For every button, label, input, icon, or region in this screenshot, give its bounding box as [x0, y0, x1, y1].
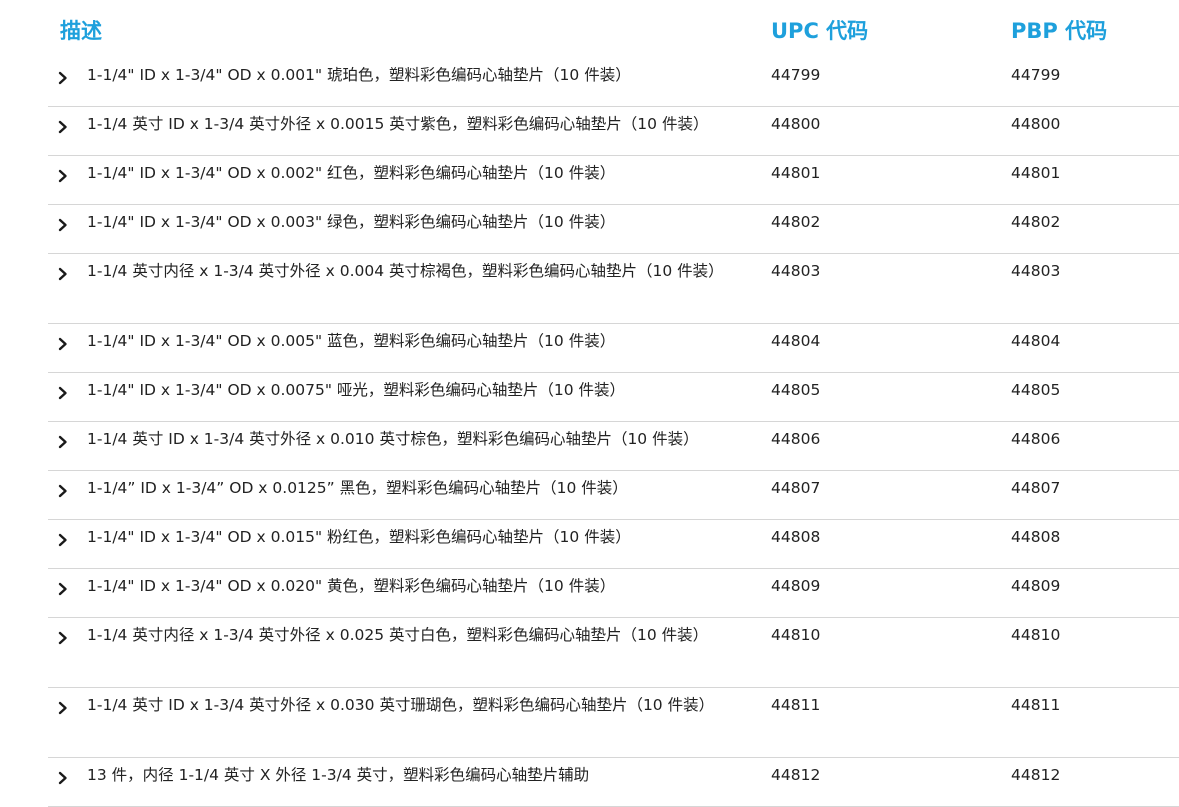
chevron-right-icon[interactable]	[56, 700, 70, 716]
table-row[interactable]: 1-1/4 英寸 ID x 1-3/4 英寸外径 x 0.030 英寸珊瑚色，塑…	[48, 688, 1179, 758]
row-description: 1-1/4 英寸内径 x 1-3/4 英寸外径 x 0.025 英寸白色，塑料彩…	[87, 626, 709, 644]
table-row[interactable]: 1-1/4" ID x 1-3/4" OD x 0.001" 琥珀色，塑料彩色编…	[48, 58, 1179, 107]
row-upc-code: 44812	[771, 766, 821, 784]
table-row[interactable]: 1-1/4" ID x 1-3/4" OD x 0.015" 粉红色，塑料彩色编…	[48, 520, 1179, 569]
table-body: 1-1/4" ID x 1-3/4" OD x 0.001" 琥珀色，塑料彩色编…	[48, 58, 1179, 807]
row-upc-code: 44809	[771, 577, 821, 595]
row-pbp-code: 44804	[1011, 332, 1061, 350]
row-upc-code: 44800	[771, 115, 821, 133]
table-row[interactable]: 13 件，内径 1-1/4 英寸 X 外径 1-3/4 英寸，塑料彩色编码心轴垫…	[48, 758, 1179, 807]
table-row[interactable]: 1-1/4” ID x 1-3/4” OD x 0.0125” 黑色，塑料彩色编…	[48, 471, 1179, 520]
chevron-right-icon[interactable]	[56, 434, 70, 450]
row-upc-code: 44811	[771, 696, 821, 714]
table-row[interactable]: 1-1/4 英寸内径 x 1-3/4 英寸外径 x 0.004 英寸棕褐色，塑料…	[48, 254, 1179, 324]
chevron-right-icon[interactable]	[56, 630, 70, 646]
row-description: 1-1/4" ID x 1-3/4" OD x 0.002" 红色，塑料彩色编码…	[87, 164, 616, 182]
table-row[interactable]: 1-1/4 英寸 ID x 1-3/4 英寸外径 x 0.010 英寸棕色，塑料…	[48, 422, 1179, 471]
row-pbp-code: 44800	[1011, 115, 1061, 133]
row-pbp-code: 44812	[1011, 766, 1061, 784]
chevron-right-icon[interactable]	[56, 266, 70, 282]
table-row[interactable]: 1-1/4" ID x 1-3/4" OD x 0.002" 红色，塑料彩色编码…	[48, 156, 1179, 205]
chevron-right-icon[interactable]	[56, 217, 70, 233]
row-pbp-code: 44805	[1011, 381, 1061, 399]
row-description: 1-1/4” ID x 1-3/4” OD x 0.0125” 黑色，塑料彩色编…	[87, 479, 628, 497]
row-upc-code: 44808	[771, 528, 821, 546]
chevron-right-icon[interactable]	[56, 70, 70, 86]
row-description: 1-1/4" ID x 1-3/4" OD x 0.0075" 哑光，塑料彩色编…	[87, 381, 626, 399]
table-row[interactable]: 1-1/4 英寸内径 x 1-3/4 英寸外径 x 0.025 英寸白色，塑料彩…	[48, 618, 1179, 688]
row-description: 1-1/4" ID x 1-3/4" OD x 0.015" 粉红色，塑料彩色编…	[87, 528, 631, 546]
row-description: 1-1/4 英寸 ID x 1-3/4 英寸外径 x 0.030 英寸珊瑚色，塑…	[87, 696, 715, 714]
row-upc-code: 44810	[771, 626, 821, 644]
row-upc-code: 44806	[771, 430, 821, 448]
table-row[interactable]: 1-1/4" ID x 1-3/4" OD x 0.0075" 哑光，塑料彩色编…	[48, 373, 1179, 422]
chevron-right-icon[interactable]	[56, 483, 70, 499]
row-pbp-code: 44808	[1011, 528, 1061, 546]
row-upc-code: 44801	[771, 164, 821, 182]
chevron-right-icon[interactable]	[56, 385, 70, 401]
row-upc-code: 44805	[771, 381, 821, 399]
row-upc-code: 44807	[771, 479, 821, 497]
row-upc-code: 44803	[771, 262, 821, 280]
table-row[interactable]: 1-1/4" ID x 1-3/4" OD x 0.005" 蓝色，塑料彩色编码…	[48, 324, 1179, 373]
row-pbp-code: 44801	[1011, 164, 1061, 182]
chevron-right-icon[interactable]	[56, 770, 70, 786]
row-pbp-code: 44806	[1011, 430, 1061, 448]
row-pbp-code: 44803	[1011, 262, 1061, 280]
table-row[interactable]: 1-1/4 英寸 ID x 1-3/4 英寸外径 x 0.0015 英寸紫色，塑…	[48, 107, 1179, 156]
table-row[interactable]: 1-1/4" ID x 1-3/4" OD x 0.020" 黄色，塑料彩色编码…	[48, 569, 1179, 618]
chevron-right-icon[interactable]	[56, 119, 70, 135]
product-table: 描述 UPC 代码 PBP 代码 1-1/4" ID x 1-3/4" OD x…	[48, 0, 1179, 807]
row-description: 1-1/4 英寸 ID x 1-3/4 英寸外径 x 0.0015 英寸紫色，塑…	[87, 115, 709, 133]
row-description: 1-1/4" ID x 1-3/4" OD x 0.003" 绿色，塑料彩色编码…	[87, 213, 616, 231]
row-pbp-code: 44807	[1011, 479, 1061, 497]
chevron-right-icon[interactable]	[56, 581, 70, 597]
row-description: 1-1/4 英寸 ID x 1-3/4 英寸外径 x 0.010 英寸棕色，塑料…	[87, 430, 699, 448]
row-pbp-code: 44799	[1011, 66, 1061, 84]
column-header-description: 描述	[60, 19, 102, 43]
row-pbp-code: 44811	[1011, 696, 1061, 714]
table-header: 描述 UPC 代码 PBP 代码	[48, 0, 1179, 58]
row-description: 13 件，内径 1-1/4 英寸 X 外径 1-3/4 英寸，塑料彩色编码心轴垫…	[87, 766, 590, 784]
row-description: 1-1/4" ID x 1-3/4" OD x 0.005" 蓝色，塑料彩色编码…	[87, 332, 616, 350]
row-description: 1-1/4" ID x 1-3/4" OD x 0.020" 黄色，塑料彩色编码…	[87, 577, 616, 595]
row-upc-code: 44802	[771, 213, 821, 231]
row-pbp-code: 44809	[1011, 577, 1061, 595]
column-header-upc: UPC 代码	[771, 19, 869, 43]
row-description: 1-1/4 英寸内径 x 1-3/4 英寸外径 x 0.004 英寸棕褐色，塑料…	[87, 262, 724, 280]
row-upc-code: 44804	[771, 332, 821, 350]
row-pbp-code: 44810	[1011, 626, 1061, 644]
row-pbp-code: 44802	[1011, 213, 1061, 231]
row-upc-code: 44799	[771, 66, 821, 84]
row-description: 1-1/4" ID x 1-3/4" OD x 0.001" 琥珀色，塑料彩色编…	[87, 66, 631, 84]
chevron-right-icon[interactable]	[56, 532, 70, 548]
table-row[interactable]: 1-1/4" ID x 1-3/4" OD x 0.003" 绿色，塑料彩色编码…	[48, 205, 1179, 254]
column-header-pbp: PBP 代码	[1011, 19, 1108, 43]
chevron-right-icon[interactable]	[56, 336, 70, 352]
chevron-right-icon[interactable]	[56, 168, 70, 184]
